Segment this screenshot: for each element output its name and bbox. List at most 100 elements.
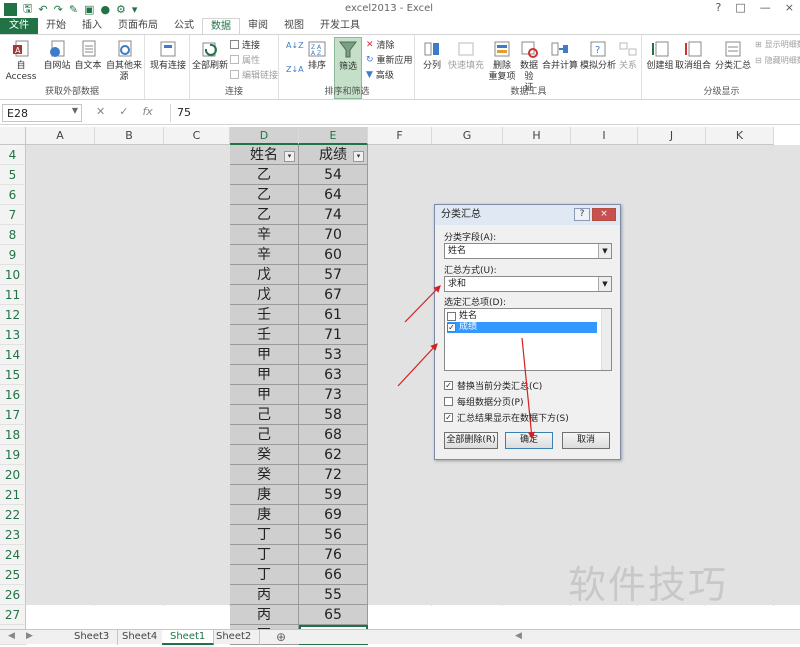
checkbox-checked[interactable]: ✓: [447, 323, 456, 332]
checkbox-checked[interactable]: ✓: [444, 413, 453, 422]
minimize-button[interactable]: —: [760, 1, 771, 14]
camera-icon[interactable]: ▣: [84, 3, 94, 16]
tab-review[interactable]: 审阅: [240, 18, 276, 35]
column-header-a[interactable]: A: [26, 127, 95, 145]
name-cell[interactable]: 己: [230, 405, 299, 425]
header-name-cell[interactable]: 姓名 ▾: [230, 145, 299, 165]
reapply-button[interactable]: ↻ 重新应用: [366, 53, 413, 67]
sort-az-icon[interactable]: A↓Z: [286, 41, 304, 50]
row-header-24[interactable]: 24: [0, 545, 26, 565]
add-sheet-icon[interactable]: ⊕: [276, 630, 286, 644]
row-header-9[interactable]: 9: [0, 245, 26, 265]
from-web-button[interactable]: 自网站: [42, 39, 72, 72]
score-cell[interactable]: 55: [299, 585, 368, 605]
column-header-j[interactable]: J: [638, 127, 706, 145]
score-cell[interactable]: 64: [299, 185, 368, 205]
name-cell[interactable]: 甲: [230, 345, 299, 365]
formula-input[interactable]: 75: [170, 104, 798, 122]
chevron-down-icon[interactable]: ▼: [598, 277, 611, 291]
name-cell[interactable]: 己: [230, 425, 299, 445]
name-cell[interactable]: 丁: [230, 565, 299, 585]
existing-connections-button[interactable]: 现有连接: [148, 39, 188, 72]
hide-detail-button[interactable]: ⊟隐藏明细数据: [755, 55, 800, 66]
row-header-14[interactable]: 14: [0, 345, 26, 365]
edit-links-button[interactable]: 编辑链接: [230, 68, 278, 81]
ok-button[interactable]: 确定: [505, 432, 553, 449]
row-header-13[interactable]: 13: [0, 325, 26, 345]
name-cell[interactable]: 戊: [230, 265, 299, 285]
cancel-button[interactable]: 取消: [562, 432, 610, 449]
tab-home[interactable]: 开始: [38, 18, 74, 35]
remove-all-button[interactable]: 全部删除(R): [444, 432, 498, 449]
column-header-e[interactable]: E: [299, 127, 368, 145]
cancel-icon[interactable]: ✕: [96, 105, 105, 118]
score-cell[interactable]: 73: [299, 385, 368, 405]
row-header-5[interactable]: 5: [0, 165, 26, 185]
column-header-k[interactable]: K: [706, 127, 774, 145]
tab-page-layout[interactable]: 页面布局: [110, 18, 166, 35]
tab-formulas[interactable]: 公式: [166, 18, 202, 35]
row-header-16[interactable]: 16: [0, 385, 26, 405]
name-cell[interactable]: 丁: [230, 525, 299, 545]
row-header-17[interactable]: 17: [0, 405, 26, 425]
column-header-g[interactable]: G: [432, 127, 503, 145]
name-cell[interactable]: 辛: [230, 225, 299, 245]
row-header-21[interactable]: 21: [0, 485, 26, 505]
row-header-18[interactable]: 18: [0, 425, 26, 445]
score-cell[interactable]: 61: [299, 305, 368, 325]
sort-za-icon[interactable]: Z↓A: [286, 65, 304, 74]
relationships-button[interactable]: 关系: [616, 39, 640, 72]
name-cell[interactable]: 癸: [230, 445, 299, 465]
help-button[interactable]: ?: [716, 1, 722, 14]
row-header-12[interactable]: 12: [0, 305, 26, 325]
customize-icon[interactable]: ▾: [132, 3, 138, 16]
ribbon-display-button[interactable]: □: [735, 1, 745, 14]
row-header-10[interactable]: 10: [0, 265, 26, 285]
clear-filter-button[interactable]: ✕ 清除: [366, 38, 395, 52]
score-cell[interactable]: 65: [299, 605, 368, 625]
name-cell[interactable]: 癸: [230, 465, 299, 485]
name-cell[interactable]: 乙: [230, 165, 299, 185]
paint-icon[interactable]: ●: [100, 3, 110, 16]
score-cell[interactable]: 56: [299, 525, 368, 545]
chevron-down-icon[interactable]: ▼: [598, 244, 611, 258]
brush-icon[interactable]: ✎: [69, 3, 78, 16]
row-header-7[interactable]: 7: [0, 205, 26, 225]
score-cell[interactable]: 63: [299, 365, 368, 385]
subtotal-button[interactable]: 分类汇总: [713, 39, 753, 72]
select-all-corner[interactable]: [0, 127, 26, 145]
from-text-button[interactable]: 自文本: [73, 39, 103, 72]
score-cell[interactable]: 68: [299, 425, 368, 445]
score-cell[interactable]: 54: [299, 165, 368, 185]
name-cell[interactable]: 壬: [230, 325, 299, 345]
score-cell[interactable]: 58: [299, 405, 368, 425]
insert-function-icon[interactable]: fx: [142, 105, 152, 118]
properties-button[interactable]: 属性: [230, 53, 260, 66]
tab-insert[interactable]: 插入: [74, 18, 110, 35]
name-cell[interactable]: 甲: [230, 365, 299, 385]
ungroup-button[interactable]: 取消组合: [675, 39, 711, 72]
refresh-all-button[interactable]: 全部刷新: [192, 39, 228, 72]
sheet-tab-3[interactable]: Sheet3: [66, 630, 119, 645]
header-score-cell[interactable]: 成绩 ▾: [299, 145, 368, 165]
redo-icon[interactable]: ↷: [54, 3, 63, 16]
text-to-columns-button[interactable]: 分列: [420, 39, 444, 72]
sheet-tab-2[interactable]: Sheet2: [208, 630, 261, 645]
filter-dropdown-icon[interactable]: ▾: [284, 151, 295, 162]
enter-icon[interactable]: ✓: [119, 105, 128, 118]
name-cell[interactable]: 丁: [230, 545, 299, 565]
name-cell[interactable]: 丙: [230, 605, 299, 625]
score-cell[interactable]: 60: [299, 245, 368, 265]
score-cell[interactable]: 70: [299, 225, 368, 245]
show-detail-button[interactable]: ⊞显示明细数据: [755, 39, 800, 50]
macro-icon[interactable]: ⚙: [116, 3, 126, 16]
remove-duplicates-button[interactable]: 删除 重复项: [488, 39, 516, 83]
undo-icon[interactable]: ↶: [38, 3, 47, 16]
consolidate-button[interactable]: 合并计算: [542, 39, 578, 72]
row-header-6[interactable]: 6: [0, 185, 26, 205]
list-scrollbar[interactable]: [601, 309, 611, 370]
list-item-name[interactable]: 姓名: [447, 311, 477, 322]
column-header-c[interactable]: C: [164, 127, 230, 145]
row-header-23[interactable]: 23: [0, 525, 26, 545]
row-header-26[interactable]: 26: [0, 585, 26, 605]
